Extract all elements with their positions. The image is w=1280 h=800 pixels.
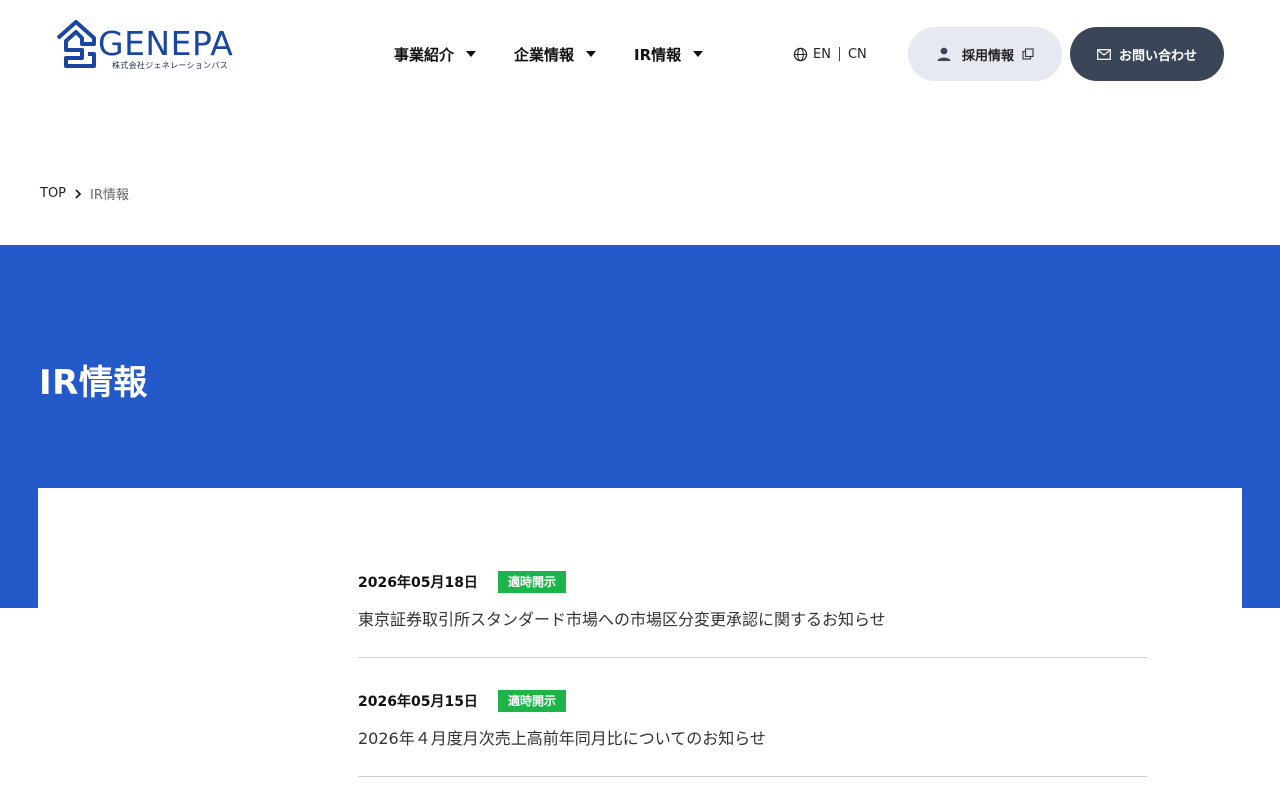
contact-button[interactable]: お問い合わせ [1070, 27, 1224, 81]
caret-down-icon [586, 51, 597, 57]
news-date: 2026年05月18日 [358, 575, 478, 591]
breadcrumb-top-link[interactable]: TOP [40, 186, 66, 201]
nav-item-label: IR情報 [634, 45, 682, 64]
globe-icon [793, 47, 808, 61]
breadcrumb: TOP IR情報 [40, 184, 129, 203]
lang-cn-link[interactable]: CN [848, 47, 867, 62]
category-badge: 適時開示 [497, 690, 566, 712]
news-card: 2026年05月18日 適時開示 東京証券取引所スタンダード市場への市場区分変更… [38, 488, 1242, 800]
news-meta: 2026年05月15日 適時開示 [358, 690, 1147, 712]
recruit-button-label: 採用情報 [961, 48, 1014, 64]
main-nav: 事業紹介 企業情報 IR情報 [394, 42, 704, 66]
recruit-button[interactable]: 採用情報 [908, 27, 1062, 81]
site-header: GENEPA 株式会社ジェネレーションパス 事業紹介 企業情報 IR情報 EN … [0, 0, 1280, 108]
lang-divider [838, 47, 840, 61]
chevron-right-icon [75, 188, 82, 199]
nav-item-business[interactable]: 事業紹介 [394, 42, 477, 66]
lang-en-link[interactable]: EN [813, 47, 831, 62]
language-switcher: EN CN [793, 44, 867, 64]
list-item: 2026年05月18日 適時開示 東京証券取引所スタンダード市場への市場区分変更… [358, 488, 1147, 658]
news-title-link[interactable]: 東京証券取引所スタンダード市場への市場区分変更承認に関するお知らせ [358, 609, 1147, 631]
news-meta: 2026年05月18日 適時開示 [358, 571, 1147, 593]
nav-item-label: 事業紹介 [394, 45, 455, 64]
page-title: IR情報 [39, 363, 148, 403]
nav-item-label: 企業情報 [514, 45, 575, 64]
brand-name: GENEPA [98, 24, 234, 63]
brand-subtitle: 株式会社ジェネレーションパス [112, 61, 229, 70]
contact-button-label: お問い合わせ [1118, 48, 1197, 64]
list-item: 2026年05月15日 適時開示 2026年４月度月次売上高前年同月比についての… [358, 658, 1147, 777]
news-title-link[interactable]: 2026年４月度月次売上高前年同月比についてのお知らせ [358, 728, 1147, 750]
breadcrumb-current: IR情報 [90, 188, 129, 203]
nav-item-company[interactable]: 企業情報 [514, 42, 597, 66]
caret-down-icon [693, 51, 704, 57]
news-date: 2026年05月15日 [358, 694, 478, 710]
caret-down-icon [466, 51, 477, 57]
external-link-icon [1022, 48, 1034, 60]
house-logo-icon [56, 20, 96, 68]
genepa-logo[interactable]: GENEPA 株式会社ジェネレーションパス [54, 18, 244, 74]
person-icon [937, 47, 951, 61]
mail-icon [1097, 48, 1111, 60]
category-badge: 適時開示 [497, 571, 566, 593]
nav-item-ir[interactable]: IR情報 [634, 42, 704, 66]
news-list: 2026年05月18日 適時開示 東京証券取引所スタンダード市場への市場区分変更… [358, 488, 1147, 777]
